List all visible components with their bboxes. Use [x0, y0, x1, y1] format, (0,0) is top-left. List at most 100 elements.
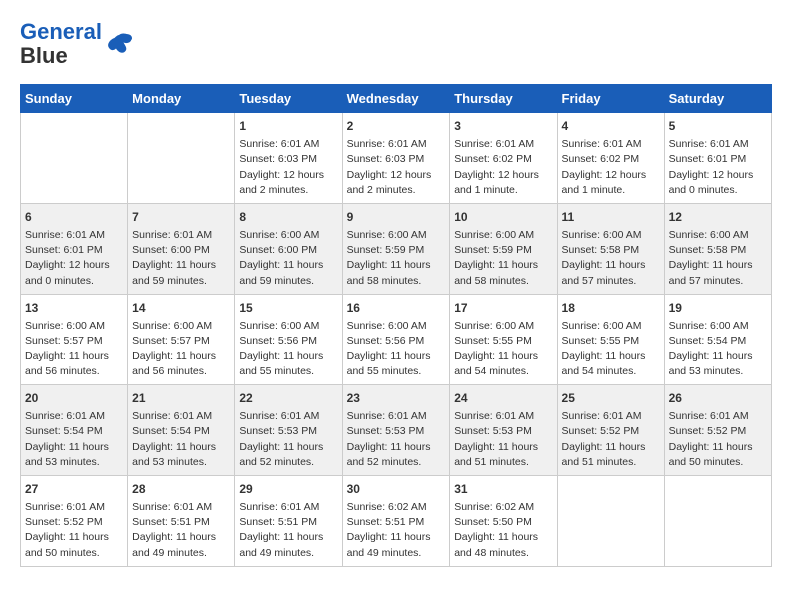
calendar-cell: 4 Sunrise: 6:01 AMSunset: 6:02 PMDaylight… — [557, 113, 664, 204]
day-number: 6 — [25, 209, 123, 226]
day-info: Sunrise: 6:01 AMSunset: 5:51 PMDaylight:… — [132, 500, 230, 561]
col-header-saturday: Saturday — [664, 85, 771, 113]
calendar-cell: 16 Sunrise: 6:00 AMSunset: 5:56 PMDayligh… — [342, 294, 450, 385]
day-number: 23 — [347, 390, 446, 407]
day-number: 14 — [132, 300, 230, 317]
day-info: Sunrise: 6:01 AMSunset: 6:02 PMDaylight:… — [454, 137, 552, 198]
day-number: 29 — [239, 481, 337, 498]
day-info: Sunrise: 6:01 AMSunset: 5:52 PMDaylight:… — [669, 409, 767, 470]
day-number: 17 — [454, 300, 552, 317]
day-number: 5 — [669, 118, 767, 135]
logo-bird-icon — [104, 29, 134, 59]
day-info: Sunrise: 6:00 AMSunset: 6:00 PMDaylight:… — [239, 228, 337, 289]
day-number: 25 — [562, 390, 660, 407]
day-number: 7 — [132, 209, 230, 226]
day-info: Sunrise: 6:00 AMSunset: 5:57 PMDaylight:… — [25, 319, 123, 380]
day-info: Sunrise: 6:01 AMSunset: 6:01 PMDaylight:… — [669, 137, 767, 198]
day-info: Sunrise: 6:00 AMSunset: 5:59 PMDaylight:… — [454, 228, 552, 289]
calendar-cell: 20 Sunrise: 6:01 AMSunset: 5:54 PMDayligh… — [21, 385, 128, 476]
day-number: 28 — [132, 481, 230, 498]
calendar-cell: 12 Sunrise: 6:00 AMSunset: 5:58 PMDayligh… — [664, 204, 771, 295]
calendar-cell: 28 Sunrise: 6:01 AMSunset: 5:51 PMDayligh… — [128, 476, 235, 567]
day-info: Sunrise: 6:01 AMSunset: 5:52 PMDaylight:… — [25, 500, 123, 561]
day-number: 3 — [454, 118, 552, 135]
day-info: Sunrise: 6:00 AMSunset: 5:55 PMDaylight:… — [562, 319, 660, 380]
day-info: Sunrise: 6:01 AMSunset: 5:53 PMDaylight:… — [347, 409, 446, 470]
calendar-cell: 6 Sunrise: 6:01 AMSunset: 6:01 PMDaylight… — [21, 204, 128, 295]
day-number: 8 — [239, 209, 337, 226]
calendar-cell: 26Sunrise: 6:01 AMSunset: 5:52 PMDayligh… — [664, 385, 771, 476]
calendar-week-row: 20 Sunrise: 6:01 AMSunset: 5:54 PMDayligh… — [21, 385, 772, 476]
day-info: Sunrise: 6:00 AMSunset: 5:56 PMDaylight:… — [347, 319, 446, 380]
day-info: Sunrise: 6:00 AMSunset: 5:54 PMDaylight:… — [669, 319, 767, 380]
day-info: Sunrise: 6:00 AMSunset: 5:58 PMDaylight:… — [669, 228, 767, 289]
calendar-cell — [21, 113, 128, 204]
calendar-cell: 8 Sunrise: 6:00 AMSunset: 6:00 PMDaylight… — [235, 204, 342, 295]
logo-text: GeneralBlue — [20, 20, 102, 68]
day-number: 19 — [669, 300, 767, 317]
day-number: 16 — [347, 300, 446, 317]
day-number: 22 — [239, 390, 337, 407]
calendar-cell: 24Sunrise: 6:01 AMSunset: 5:53 PMDayligh… — [450, 385, 557, 476]
day-number: 13 — [25, 300, 123, 317]
calendar-cell: 23 Sunrise: 6:01 AMSunset: 5:53 PMDayligh… — [342, 385, 450, 476]
day-info: Sunrise: 6:01 AMSunset: 5:53 PMDaylight:… — [239, 409, 337, 470]
calendar-cell: 18 Sunrise: 6:00 AMSunset: 5:55 PMDayligh… — [557, 294, 664, 385]
day-number: 10 — [454, 209, 552, 226]
day-number: 9 — [347, 209, 446, 226]
day-info: Sunrise: 6:00 AMSunset: 5:56 PMDaylight:… — [239, 319, 337, 380]
calendar-cell: 15 Sunrise: 6:00 AMSunset: 5:56 PMDayligh… — [235, 294, 342, 385]
day-number: 18 — [562, 300, 660, 317]
calendar-table: SundayMondayTuesdayWednesdayThursdayFrid… — [20, 84, 772, 566]
day-info: Sunrise: 6:01 AMSunset: 5:54 PMDaylight:… — [25, 409, 123, 470]
calendar-cell: 19 Sunrise: 6:00 AMSunset: 5:54 PMDayligh… — [664, 294, 771, 385]
day-number: 12 — [669, 209, 767, 226]
day-number: 15 — [239, 300, 337, 317]
day-number: 1 — [239, 118, 337, 135]
day-number: 20 — [25, 390, 123, 407]
calendar-cell — [557, 476, 664, 567]
calendar-cell: 31Sunrise: 6:02 AMSunset: 5:50 PMDayligh… — [450, 476, 557, 567]
col-header-monday: Monday — [128, 85, 235, 113]
calendar-cell: 2 Sunrise: 6:01 AMSunset: 6:03 PMDaylight… — [342, 113, 450, 204]
calendar-cell: 14 Sunrise: 6:00 AMSunset: 5:57 PMDayligh… — [128, 294, 235, 385]
day-number: 30 — [347, 481, 446, 498]
calendar-cell: 25Sunrise: 6:01 AMSunset: 5:52 PMDayligh… — [557, 385, 664, 476]
calendar-cell: 22 Sunrise: 6:01 AMSunset: 5:53 PMDayligh… — [235, 385, 342, 476]
day-info: Sunrise: 6:01 AMSunset: 5:54 PMDaylight:… — [132, 409, 230, 470]
calendar-cell — [128, 113, 235, 204]
calendar-cell: 1Sunrise: 6:01 AMSunset: 6:03 PMDaylight… — [235, 113, 342, 204]
day-info: Sunrise: 6:00 AMSunset: 5:59 PMDaylight:… — [347, 228, 446, 289]
day-info: Sunrise: 6:00 AMSunset: 5:57 PMDaylight:… — [132, 319, 230, 380]
calendar-cell: 29 Sunrise: 6:01 AMSunset: 5:51 PMDayligh… — [235, 476, 342, 567]
day-info: Sunrise: 6:01 AMSunset: 6:03 PMDaylight:… — [347, 137, 446, 198]
col-header-thursday: Thursday — [450, 85, 557, 113]
calendar-cell — [664, 476, 771, 567]
day-info: Sunrise: 6:00 AMSunset: 5:58 PMDaylight:… — [562, 228, 660, 289]
calendar-week-row: 27 Sunrise: 6:01 AMSunset: 5:52 PMDayligh… — [21, 476, 772, 567]
calendar-cell: 9 Sunrise: 6:00 AMSunset: 5:59 PMDaylight… — [342, 204, 450, 295]
calendar-week-row: 13 Sunrise: 6:00 AMSunset: 5:57 PMDayligh… — [21, 294, 772, 385]
calendar-week-row: 1 Sunrise: 6:01 AMSunset: 6:03 PMDaylight… — [21, 113, 772, 204]
calendar-cell: 11 Sunrise: 6:00 AMSunset: 5:58 PMDayligh… — [557, 204, 664, 295]
col-header-tuesday: Tuesday — [235, 85, 342, 113]
calendar-cell: 17 Sunrise: 6:00 AMSunset: 5:55 PMDayligh… — [450, 294, 557, 385]
day-number: 27 — [25, 481, 123, 498]
calendar-cell: 3 Sunrise: 6:01 AMSunset: 6:02 PMDaylight… — [450, 113, 557, 204]
day-number: 2 — [347, 118, 446, 135]
page-header: GeneralBlue — [20, 20, 772, 68]
day-info: Sunrise: 6:01 AMSunset: 6:00 PMDaylight:… — [132, 228, 230, 289]
calendar-cell: 21Sunrise: 6:01 AMSunset: 5:54 PMDayligh… — [128, 385, 235, 476]
day-number: 11 — [562, 209, 660, 226]
calendar-cell: 7 Sunrise: 6:01 AMSunset: 6:00 PMDaylight… — [128, 204, 235, 295]
day-info: Sunrise: 6:01 AMSunset: 6:01 PMDaylight:… — [25, 228, 123, 289]
day-info: Sunrise: 6:01 AMSunset: 6:02 PMDaylight:… — [562, 137, 660, 198]
calendar-cell: 13 Sunrise: 6:00 AMSunset: 5:57 PMDayligh… — [21, 294, 128, 385]
calendar-week-row: 6 Sunrise: 6:01 AMSunset: 6:01 PMDaylight… — [21, 204, 772, 295]
day-info: Sunrise: 6:01 AMSunset: 5:51 PMDaylight:… — [239, 500, 337, 561]
day-number: 24 — [454, 390, 552, 407]
day-info: Sunrise: 6:00 AMSunset: 5:55 PMDaylight:… — [454, 319, 552, 380]
calendar-cell: 30Sunrise: 6:02 AMSunset: 5:51 PMDayligh… — [342, 476, 450, 567]
day-number: 4 — [562, 118, 660, 135]
calendar-cell: 10 Sunrise: 6:00 AMSunset: 5:59 PMDayligh… — [450, 204, 557, 295]
